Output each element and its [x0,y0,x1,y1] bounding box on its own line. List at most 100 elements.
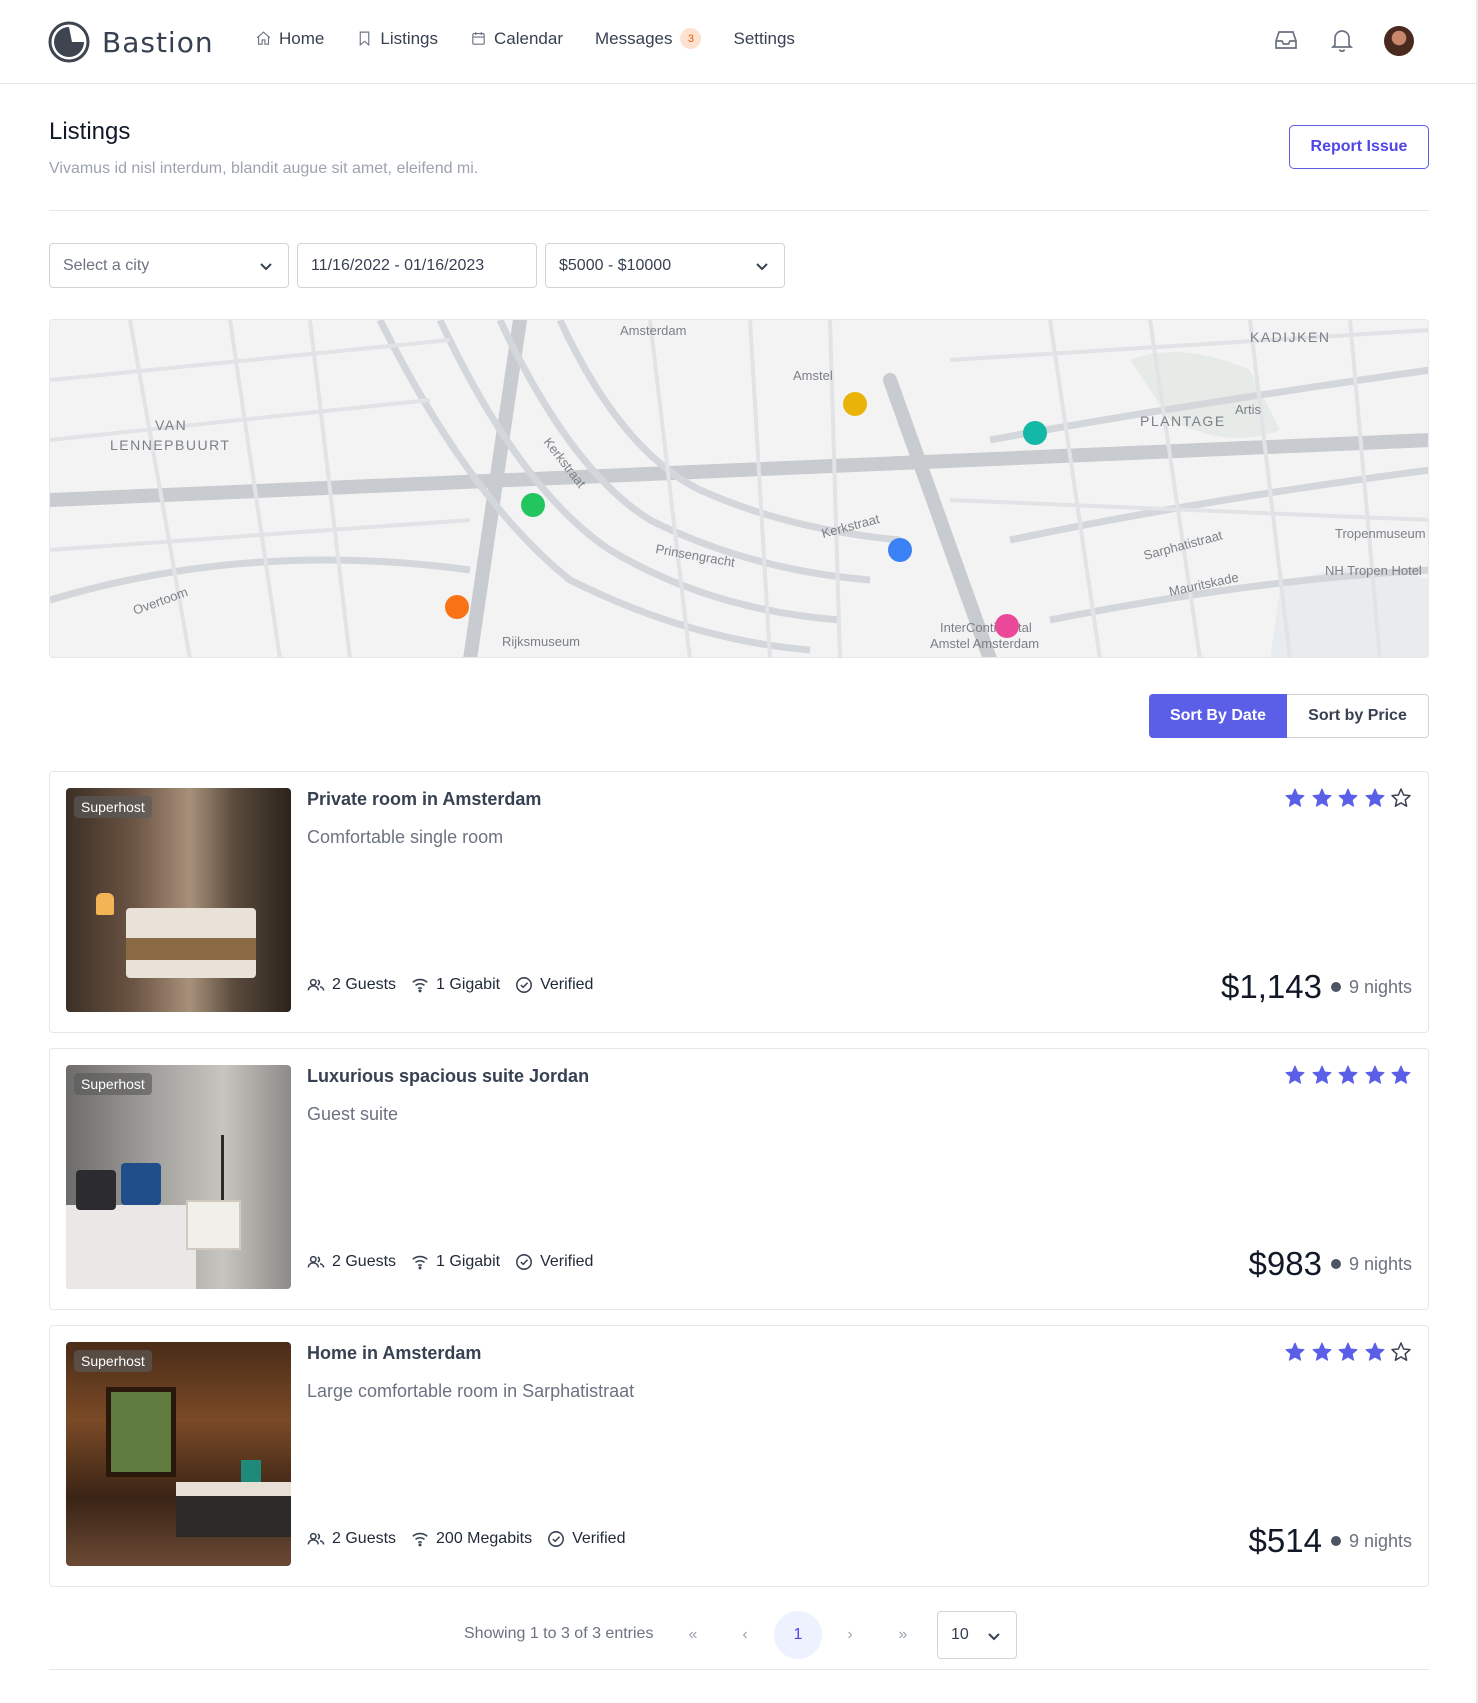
map-marker[interactable] [995,614,1019,638]
inbox-button[interactable] [1272,26,1302,56]
price-range-value: $5000 - $10000 [559,256,672,274]
price-value: $983 [1248,1245,1322,1282]
map-marker[interactable] [445,595,469,619]
listing-subtitle: Large comfortable room in Sarphatistraat [307,1381,635,1401]
separator-dot [1330,1536,1341,1546]
inbox-icon [1275,31,1297,49]
bed-shape [176,1482,291,1537]
map-marker[interactable] [843,392,867,416]
guests-amenity: 2 Guests [307,1530,396,1548]
page-subtitle: Vivamus id nisl interdum, blandit augue … [49,160,479,177]
prev-page-button[interactable]: ‹ [721,1611,769,1659]
nav-messages[interactable]: Messages 3 [595,28,702,49]
date-range-input[interactable]: 11/16/2022 - 01/16/2023 [297,243,537,288]
first-page-button[interactable]: « [669,1611,717,1659]
guests-label: 2 Guests [332,1253,397,1270]
entries-summary: Showing 1 to 3 of 3 entries [464,1625,654,1642]
bed-runner-shape [126,938,256,960]
verified-label: Verified [572,1530,626,1547]
listing-photo[interactable]: Superhost [66,1342,291,1566]
star-filled-icon [1285,788,1305,807]
nav-listings[interactable]: Listings [356,29,438,49]
star-filled-icon [1338,1065,1358,1084]
listing-card[interactable]: Superhost Luxurious spacious suite Jorda… [49,1048,1429,1310]
main-nav: Home Listings Calendar Messages 3 Settin… [255,28,827,49]
nav-label: Settings [733,28,795,48]
rating-stars [1280,1064,1413,1086]
verified-amenity: Verified [515,1253,593,1271]
logo[interactable]: Bastion [48,21,214,63]
bed-shape [66,1205,196,1289]
wifi-icon [412,978,428,993]
map-marker[interactable] [521,493,545,517]
price-range-select[interactable]: $5000 - $10000 [545,243,785,288]
next-page-button[interactable]: › [826,1611,874,1659]
map-label: Rijksmuseum [502,634,580,649]
nav-home[interactable]: Home [255,29,324,49]
listing-amenities: 2 Guests 1 Gigabit Verified [307,1253,608,1271]
last-page-button[interactable]: » [879,1611,927,1659]
per-page-select[interactable]: 10 [937,1611,1017,1659]
listings-map[interactable]: Amsterdam Amstel KADIJKEN VAN LENNEPBUUR… [49,319,1429,658]
sort-by-price-button[interactable]: Sort by Price [1287,694,1429,738]
wifi-label: 200 Megabits [436,1530,533,1547]
listing-photo[interactable]: Superhost [66,1065,291,1289]
nav-settings[interactable]: Settings [733,29,794,49]
messages-count-badge: 3 [680,28,702,49]
map-marker[interactable] [1023,421,1047,445]
users-icon [307,1532,325,1545]
home-icon [256,31,271,45]
verified-amenity: Verified [515,976,593,994]
star-filled-icon [1285,1065,1305,1084]
map-canvas: Amsterdam Amstel KADIJKEN VAN LENNEPBUUR… [50,320,1428,657]
nav-calendar[interactable]: Calendar [470,29,563,49]
nav-label: Listings [380,28,438,48]
lamp-shape [96,893,114,915]
listing-title[interactable]: Home in Amsterdam [307,1343,481,1364]
map-label: NH Tropen Hotel [1325,563,1422,578]
map-label: Amstel [793,368,833,383]
date-range-value: 11/16/2022 - 01/16/2023 [311,256,485,274]
star-outline-icon [1391,788,1411,807]
chevron-down-icon [260,263,272,271]
listing-subtitle: Guest suite [307,1104,399,1124]
guests-label: 2 Guests [332,1530,397,1547]
lamp-shape [221,1135,224,1200]
pillow-shape [76,1170,116,1210]
report-issue-button[interactable]: Report Issue [1289,125,1429,169]
per-page-value: 10 [951,1626,969,1643]
listing-amenities: 2 Guests 200 Megabits Verified [307,1530,640,1548]
superhost-badge: Superhost [74,1350,152,1372]
bell-icon [1330,30,1354,52]
star-filled-icon [1338,788,1358,807]
star-filled-icon [1365,1342,1384,1361]
chevron-down-icon [988,1633,1000,1641]
avatar[interactable] [1384,26,1414,56]
listing-title[interactable]: Luxurious spacious suite Jordan [307,1066,589,1087]
star-filled-icon [1312,788,1331,807]
sort-by-date-button[interactable]: Sort By Date [1149,694,1287,738]
page-button-1[interactable]: 1 [774,1611,822,1659]
wifi-label: 1 Gigabit [436,976,501,993]
verified-label: Verified [540,976,594,993]
listing-title[interactable]: Private room in Amsterdam [307,789,541,810]
pillow-shape [121,1163,161,1205]
listing-price: $1,143 9 nights [1221,968,1412,1006]
city-select[interactable]: Select a city [49,243,289,288]
logo-mark-icon [48,21,90,63]
notifications-button[interactable] [1328,26,1358,56]
listing-photo[interactable]: Superhost [66,788,291,1012]
chevron-down-icon [756,263,768,271]
divider [49,210,1429,211]
wifi-icon [412,1532,428,1547]
nightstand-shape [186,1200,241,1250]
listing-card[interactable]: Superhost Home in Amsterdam Large comfor… [49,1325,1429,1587]
separator-dot [1330,1259,1341,1269]
listing-card[interactable]: Superhost Private room in Amsterdam Comf… [49,771,1429,1033]
superhost-badge: Superhost [74,1073,152,1095]
bookmark-icon [360,31,370,47]
map-marker[interactable] [888,538,912,562]
city-select-placeholder: Select a city [63,256,150,274]
rating-stars [1280,1341,1413,1363]
map-label: LENNEPBUURT [110,437,231,453]
